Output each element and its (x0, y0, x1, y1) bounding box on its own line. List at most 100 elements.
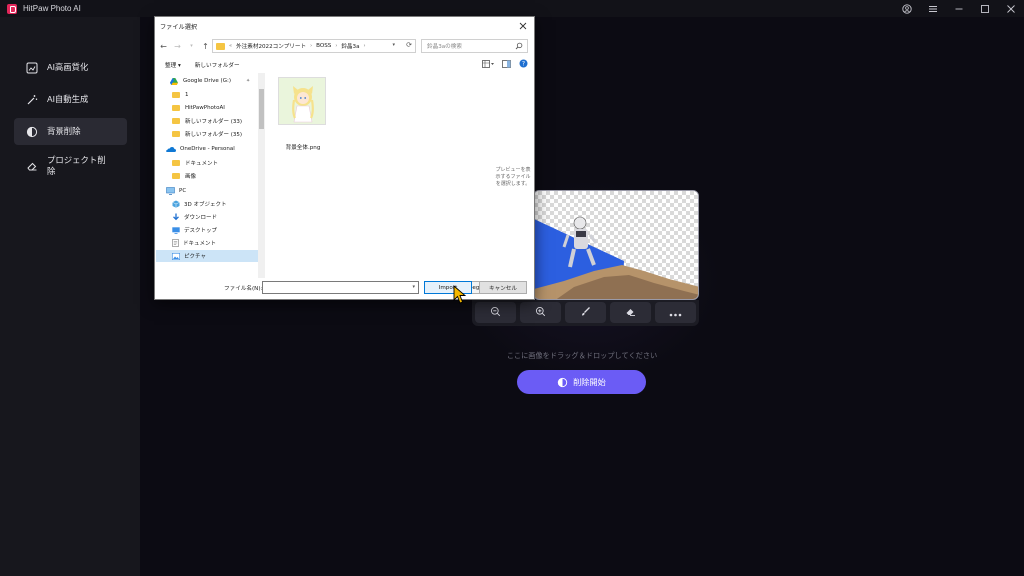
tree-item-label: 1 (185, 92, 189, 98)
sidebar-item-label: 背景削除 (47, 126, 81, 136)
tree-item[interactable]: 画像 (172, 170, 196, 182)
eraser-icon (25, 160, 38, 173)
tree-item-label: Google Drive (G:) (183, 78, 231, 84)
folder-icon (172, 118, 180, 124)
filename-label: ファイル名(N): (224, 286, 263, 292)
file-name[interactable]: 背景全体.png (268, 143, 338, 151)
file-list: 背景全体.png プレビューを表示するファイルを選択します。 (268, 73, 534, 278)
tree-item[interactable]: 1 (172, 89, 189, 101)
tree-item-label: デスクトップ (184, 228, 218, 234)
window-controls (894, 0, 1024, 17)
organize-button[interactable]: 整理 ▾ (165, 61, 181, 69)
documents-icon (172, 239, 179, 247)
minimize-icon[interactable] (946, 0, 972, 17)
tree-item[interactable]: PC (166, 185, 186, 197)
sidebar-item-label: プロジェクト削除 (47, 155, 106, 176)
new-folder-button[interactable]: 新しいフォルダー (195, 61, 240, 69)
close-icon[interactable] (516, 19, 530, 33)
folder-icon (172, 160, 180, 166)
user-icon[interactable] (894, 0, 920, 17)
brush-button[interactable] (565, 302, 606, 323)
breadcrumb-item[interactable]: BOSS (316, 43, 331, 49)
cancel-button[interactable]: キャンセル (479, 281, 527, 294)
sidebar-item-background-remove[interactable]: 背景削除 (14, 118, 127, 145)
sidebar-item-object-remove[interactable]: プロジェクト削除 (14, 151, 127, 181)
start-removal-button[interactable]: 削除開始 (517, 370, 646, 394)
tree-item[interactable]: ダウンロード (172, 211, 217, 223)
sidebar-item-generate[interactable]: AI自動生成 (14, 86, 127, 113)
file-thumbnail[interactable] (278, 77, 326, 125)
navigation-tree: Google Drive (G:) ✦ 1 HitPawPhotoAI 新しいフ… (156, 73, 266, 278)
address-bar[interactable]: « 外注素材2022コンプリート › BOSS › 鈴晶3a › ▾ ⟳ (212, 39, 416, 53)
zoom-out-button[interactable] (475, 302, 516, 323)
tree-item[interactable]: OneDrive - Personal (166, 143, 235, 155)
chevron-right-icon: › (363, 43, 366, 49)
back-icon[interactable]: ← (158, 40, 169, 52)
enhance-icon (25, 61, 38, 74)
chevron-down-icon[interactable]: ▾ (412, 284, 415, 290)
tree-item-label: ドキュメント (183, 241, 217, 247)
file-dialog: ファイル選択 ← → ▾ ↑ « 外注素材2022コンプリート › BOSS ›… (154, 16, 535, 300)
tree-item[interactable]: HitPawPhotoAI (172, 102, 225, 114)
tree-item-selected[interactable]: ピクチャ (156, 250, 258, 262)
editor-toolbar (472, 300, 699, 326)
dialog-file-row: ファイル名(N): ▾ image (*.jpg;*.jpeg;*.png;*.… (155, 279, 534, 300)
filename-input[interactable]: ▾ (262, 281, 419, 294)
background-remove-icon (25, 125, 38, 138)
search-input[interactable]: 鈴晶3aの検索 (421, 39, 528, 53)
tree-item[interactable]: ドキュメント (172, 157, 218, 169)
menu-icon[interactable] (920, 0, 946, 17)
drop-hint: ここに画像をドラッグ＆ドロップしてください (506, 351, 658, 360)
preview-pane-icon[interactable] (502, 59, 511, 70)
tree-item-label: 画像 (185, 174, 197, 180)
tree-item-label: 新しいフォルダー (35) (185, 132, 243, 138)
breadcrumb-item[interactable]: 鈴晶3a (341, 42, 359, 50)
tree-item-label: PC (179, 188, 187, 194)
3d-objects-icon (172, 200, 180, 208)
search-placeholder: 鈴晶3aの検索 (427, 44, 462, 50)
chevron-right-icon: › (310, 43, 313, 49)
path-overflow: « (229, 43, 233, 49)
tree-item[interactable]: ドキュメント (172, 237, 216, 249)
close-icon[interactable] (998, 0, 1024, 17)
zoom-in-button[interactable] (520, 302, 561, 323)
tree-item-label: OneDrive - Personal (180, 146, 235, 152)
up-icon[interactable]: ↑ (200, 40, 211, 52)
magic-wand-icon (25, 93, 38, 106)
preview-hint: プレビューを表示するファイルを選択します。 (495, 167, 531, 187)
tree-item[interactable]: 新しいフォルダー (33) (172, 115, 242, 127)
folder-icon (172, 131, 180, 137)
help-icon[interactable]: ? (519, 59, 528, 70)
tree-scrollbar[interactable] (258, 73, 265, 278)
forward-icon[interactable]: → (172, 40, 183, 52)
pc-icon (166, 187, 175, 195)
sidebar-item-label: AI高画質化 (47, 62, 89, 72)
tree-item[interactable]: 3D オブジェクト (172, 198, 226, 210)
sidebar-item-enhance[interactable]: AI高画質化 (14, 54, 127, 81)
mouse-cursor-icon (453, 285, 467, 305)
tree-item[interactable]: Google Drive (G:) ✦ (170, 75, 250, 87)
tree-item[interactable]: 新しいフォルダー (35) (172, 128, 242, 140)
maximize-icon[interactable] (972, 0, 998, 17)
dialog-command-bar: 整理 ▾ 新しいフォルダー ? (155, 57, 534, 72)
tree-item-label: 新しいフォルダー (33) (185, 119, 243, 125)
pin-icon: ✦ (246, 78, 251, 84)
chevron-down-icon[interactable]: ▾ (186, 40, 197, 52)
more-button[interactable] (655, 302, 696, 323)
sidebar: AI高画質化 AI自動生成 背景削除 プロジェクト削除 (0, 17, 140, 576)
search-icon (515, 42, 523, 52)
chevron-down-icon[interactable]: ▾ (392, 42, 395, 48)
tree-item-label: HitPawPhotoAI (185, 105, 225, 111)
zoom-in-icon (535, 304, 546, 322)
breadcrumb-item[interactable]: 外注素材2022コンプリート (236, 42, 306, 50)
eraser-button[interactable] (610, 302, 651, 323)
app-logo-icon (7, 3, 17, 14)
scrollbar-thumb[interactable] (259, 89, 264, 129)
refresh-icon[interactable]: ⟳ (406, 41, 412, 49)
view-options-icon[interactable] (482, 59, 494, 70)
tree-item[interactable]: デスクトップ (172, 224, 217, 236)
svg-text:?: ? (522, 61, 525, 68)
tree-item-label: 3D オブジェクト (184, 202, 227, 208)
brush-icon (580, 304, 591, 322)
title-bar: HitPaw Photo AI (0, 0, 1024, 17)
